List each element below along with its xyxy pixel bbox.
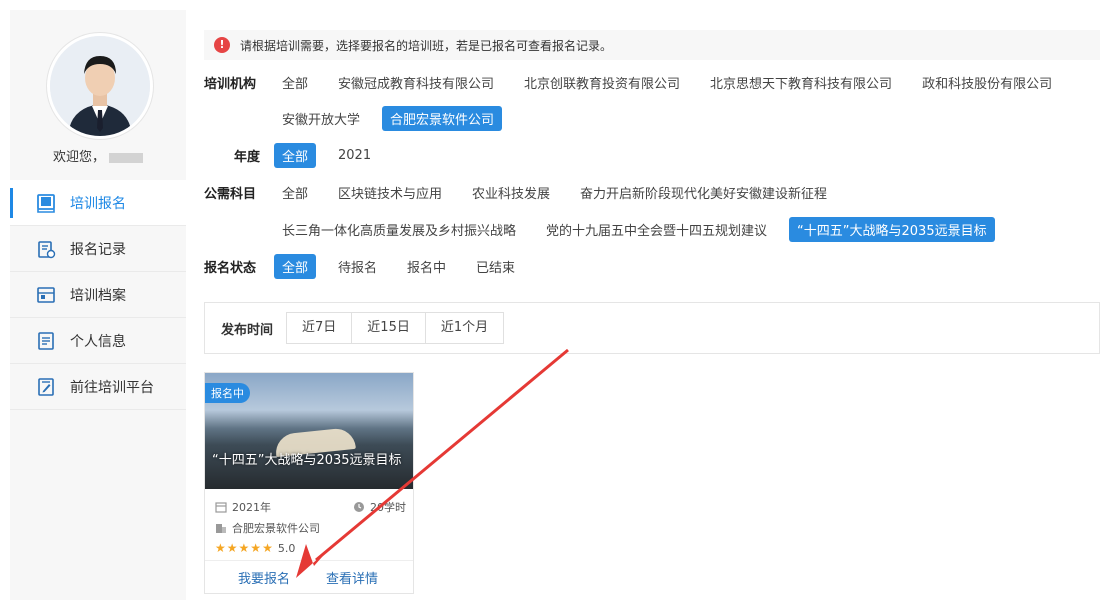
sidebar-item-label: 前往培训平台 (70, 379, 154, 396)
filter-year-option[interactable]: 2021 (330, 145, 379, 166)
sidebar-item-training-platform[interactable]: 前往培训平台 (10, 364, 186, 410)
notice-bar: ! 请根据培训需要，选择要报名的培训班，若是已报名可查看报名记录。 (204, 30, 1100, 60)
star-icon: ★ (250, 541, 262, 555)
welcome-label: 欢迎您， (52, 150, 105, 165)
status-badge: 报名中 (205, 383, 250, 403)
record-icon (36, 239, 56, 259)
filter-subject-row-2: 长三角一体化高质量发展及乡村振兴战略 党的十九届五中全会暨十四五规划建议 “十四… (274, 217, 1009, 242)
active-indicator (10, 188, 13, 218)
sidebar-menu: 培训报名 报名记录 培训档案 个人信息 前往培训平台 (10, 180, 186, 410)
sidebar-item-personal-info[interactable]: 个人信息 (10, 318, 186, 364)
course-org-text: 合肥宏景软件公司 (232, 522, 320, 535)
document-icon (36, 331, 56, 351)
filter-org-option-selected[interactable]: 合肥宏景软件公司 (382, 106, 503, 131)
filter-status-option[interactable]: 待报名 (330, 254, 385, 279)
filter-subject-option-selected[interactable]: “十四五”大战略与2035远景目标 (789, 217, 995, 242)
building-icon (215, 522, 227, 534)
sidebar-item-training-archive[interactable]: 培训档案 (10, 272, 186, 318)
warning-icon: ! (214, 37, 230, 53)
course-card: 报名中 “十四五”大战略与2035远景目标 2021年 20学时 合肥宏景软件公… (204, 372, 414, 594)
course-thumbnail[interactable]: 报名中 “十四五”大战略与2035远景目标 (205, 373, 413, 489)
filter-org-option[interactable]: 全部 (274, 70, 316, 95)
sidebar: 欢迎您， 培训报名 报名记录 培训档案 个人信息 前往培训平台 (10, 10, 186, 600)
course-hours-text: 20学时 (370, 501, 406, 514)
time-filter-7d-button[interactable]: 近7日 (286, 312, 353, 344)
star-icon: ★ (215, 541, 226, 555)
notice-text: 请根据培训需要，选择要报名的培训班，若是已报名可查看报名记录。 (240, 38, 613, 53)
time-filter-label: 发布时间 (221, 322, 274, 338)
filter-org-option[interactable]: 政和科技股份有限公司 (914, 70, 1060, 95)
time-filter: 发布时间 近7日 近15日 近1个月 (204, 302, 1100, 354)
time-filter-15d-button[interactable]: 近15日 (351, 312, 426, 344)
filter-status-option-selected[interactable]: 全部 (274, 254, 317, 279)
calendar-icon (215, 501, 227, 513)
card-actions: 我要报名 查看详情 (205, 560, 413, 593)
clock-icon (353, 501, 365, 513)
course-year-text: 2021年 (232, 501, 271, 514)
filter-status-row: 报名状态 全部 待报名 报名中 已结束 (204, 254, 537, 279)
filter-status-option[interactable]: 报名中 (399, 254, 454, 279)
filter-org-row-2: 安徽开放大学 合肥宏景软件公司 (274, 106, 516, 131)
course-rating: ★ ★ ★ ★ ★ 5.0 (215, 541, 295, 555)
edit-icon (36, 377, 56, 397)
filter-status-option[interactable]: 已结束 (468, 254, 523, 279)
filter-subject-option[interactable]: 区块链技术与应用 (330, 180, 450, 205)
filter-subject-label: 公需科目 (204, 187, 257, 202)
filter-org-option[interactable]: 安徽冠成教育科技有限公司 (330, 70, 502, 95)
course-hours: 20学时 (353, 499, 406, 515)
filter-org-option[interactable]: 安徽开放大学 (274, 106, 368, 131)
filter-status-label: 报名状态 (204, 261, 257, 276)
time-filter-1m-button[interactable]: 近1个月 (424, 312, 505, 344)
filter-year-row: 年度 全部 2021 (204, 143, 393, 168)
sidebar-item-label: 培训报名 (70, 195, 126, 212)
sidebar-item-label: 个人信息 (70, 333, 126, 350)
filter-year-option-selected[interactable]: 全部 (274, 143, 317, 168)
filter-org-row: 培训机构 全部 安徽冠成教育科技有限公司 北京创联教育投资有限公司 北京思想天下… (204, 70, 1074, 95)
star-icon: ★ (226, 541, 238, 555)
avatar (47, 33, 153, 139)
username-mask (109, 152, 143, 163)
sidebar-item-label: 培训档案 (70, 287, 126, 304)
sidebar-item-label: 报名记录 (70, 241, 126, 258)
filter-org-option[interactable]: 北京思想天下教育科技有限公司 (702, 70, 900, 95)
archive-icon (36, 285, 56, 305)
filter-subject-option[interactable]: 全部 (274, 180, 316, 205)
book-icon (36, 193, 56, 213)
welcome-text: 欢迎您， (10, 146, 186, 165)
view-details-button[interactable]: 查看详情 (326, 568, 378, 587)
course-org: 合肥宏景软件公司 (215, 520, 320, 536)
sidebar-item-training-signup[interactable]: 培训报名 (10, 180, 186, 226)
filter-subject-option[interactable]: 党的十九届五中全会暨十四五规划建议 (538, 217, 775, 242)
filter-subject-row: 公需科目 全部 区块链技术与应用 农业科技发展 奋力开启新阶段现代化美好安徽建设… (204, 180, 849, 205)
filter-subject-option[interactable]: 奋力开启新阶段现代化美好安徽建设新征程 (572, 180, 835, 205)
filter-org-option[interactable]: 北京创联教育投资有限公司 (516, 70, 688, 95)
enroll-button[interactable]: 我要报名 (238, 568, 290, 587)
sidebar-item-signup-records[interactable]: 报名记录 (10, 226, 186, 272)
rating-value: 5.0 (277, 541, 296, 555)
filter-org-label: 培训机构 (204, 77, 257, 92)
filter-subject-option[interactable]: 农业科技发展 (464, 180, 558, 205)
course-year: 2021年 (215, 499, 271, 515)
filter-year-label: 年度 (233, 150, 260, 165)
star-icon: ★ (238, 541, 250, 555)
filter-subject-option[interactable]: 长三角一体化高质量发展及乡村振兴战略 (274, 217, 524, 242)
star-icon: ★ (262, 541, 273, 555)
course-title[interactable]: “十四五”大战略与2035远景目标 (212, 449, 402, 468)
